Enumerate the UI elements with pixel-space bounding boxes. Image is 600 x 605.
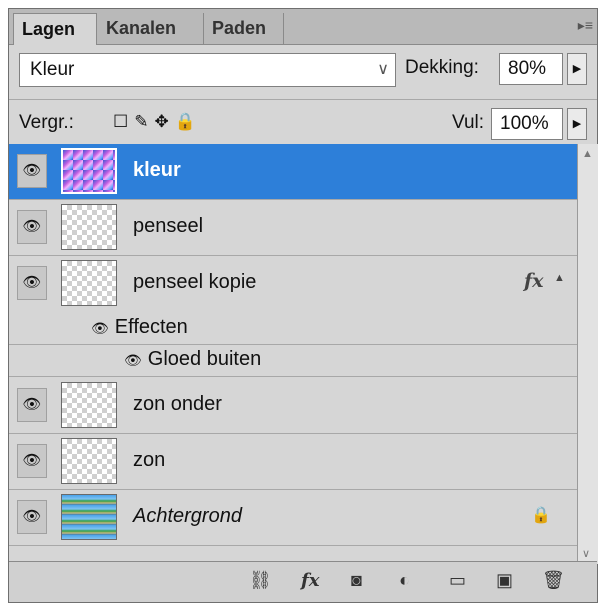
lock-options: ☐✎✥🔒 [113,112,202,132]
visibility-eye-icon[interactable]: 👁 [17,444,47,478]
visibility-eye-icon[interactable]: 👁 [17,210,47,244]
lock-pixels-icon[interactable]: ✎ [134,112,154,131]
new-group-icon[interactable]: ▭ [449,570,466,591]
panel-bottom-toolbar: ⛓ fx ◙ ◐ ▭ ▣ 🗑 [9,561,597,602]
effects-row[interactable]: 👁 Effecten [9,314,577,345]
lock-icon: 🔒 [531,507,551,524]
layers-panel: Lagen Kanalen Paden ▸≡ Kleur ∨ Dekking: … [8,8,598,603]
opacity-field[interactable]: 80% [499,53,563,85]
lock-position-icon[interactable]: ✥ [155,112,175,131]
scrollbar[interactable]: ▲ ∨ [577,144,598,564]
effects-label: Effecten [114,316,188,338]
layer-thumbnail [61,204,117,250]
adjustment-layer-icon[interactable]: ◐ [399,570,410,591]
layer-row-penseel[interactable]: 👁 penseel [9,200,577,256]
opacity-label: Dekking: [405,57,479,78]
scroll-up-icon[interactable]: ▲ [582,148,593,160]
effects-label-wrap: 👁 Effecten [91,316,188,339]
effect-eye-icon[interactable]: 👁 [124,352,142,368]
add-style-icon[interactable]: fx [301,570,319,591]
tab-lagen[interactable]: Lagen [13,13,97,45]
layer-row-zon[interactable]: 👁 zon [9,434,577,490]
lock-fill-row: Vergr.: ☐✎✥🔒 Vul: 100% ▶ [9,99,597,144]
layer-name: zon onder [133,393,222,415]
collapse-arrow-icon[interactable]: ▲ [554,272,565,284]
layer-name: penseel kopie [133,271,257,293]
visibility-eye-icon[interactable]: 👁 [17,388,47,422]
layer-thumbnail [61,260,117,306]
effect-outer-glow-row[interactable]: 👁 Gloed buiten [9,346,577,377]
layer-thumbnail [61,438,117,484]
panel-tab-bar: Lagen Kanalen Paden ▸≡ [9,9,597,45]
panel-menu-icon[interactable]: ▸≡ [578,17,593,34]
layer-name: penseel [133,215,204,237]
new-layer-icon[interactable]: ▣ [496,570,513,591]
visibility-eye-icon[interactable]: 👁 [17,154,47,188]
visibility-eye-icon[interactable]: 👁 [17,266,47,300]
lock-all-icon[interactable]: 🔒 [175,112,202,131]
layer-name: zon [133,449,166,471]
lock-label: Vergr.: [19,112,74,133]
blend-opacity-row: Kleur ∨ Dekking: 80% ▶ [9,45,597,99]
blend-mode-value: Kleur [30,59,75,80]
layer-row-achtergrond[interactable]: 👁 Achtergrond 🔒 [9,490,577,546]
fx-icon[interactable]: fx [524,270,544,292]
chevron-down-icon: ∨ [377,61,389,78]
visibility-eye-icon[interactable]: 👁 [17,500,47,534]
effect-name: Gloed buiten [147,348,262,370]
fill-label: Vul: [452,112,485,133]
delete-layer-icon[interactable]: 🗑 [542,570,565,591]
scroll-down-icon[interactable]: ∨ [582,547,590,560]
tab-kanalen[interactable]: Kanalen [98,13,204,44]
add-mask-icon[interactable]: ◙ [351,570,362,591]
layer-thumbnail [61,382,117,428]
layer-thumbnail [61,494,117,540]
effects-eye-icon[interactable]: 👁 [91,320,109,336]
fill-arrow-icon[interactable]: ▶ [567,108,587,140]
tab-paden[interactable]: Paden [204,13,284,44]
opacity-arrow-icon[interactable]: ▶ [567,53,587,85]
blend-mode-select[interactable]: Kleur ∨ [19,53,396,87]
layer-row-zon-onder[interactable]: 👁 zon onder [9,378,577,434]
fill-field[interactable]: 100% [491,108,563,140]
layer-name: Achtergrond [133,505,242,527]
layer-row-penseel-kopie[interactable]: 👁 penseel kopie fx ▲ [9,256,577,312]
layer-list: 👁 kleur 👁 penseel 👁 penseel kopie fx ▲ 👁… [9,144,577,554]
link-layers-icon[interactable]: ⛓ [249,570,272,591]
lock-transparency-icon[interactable]: ☐ [113,112,134,131]
layer-name: kleur [133,159,181,181]
layer-row-kleur[interactable]: 👁 kleur [9,144,577,200]
effect-label-wrap: 👁 Gloed buiten [124,348,261,371]
layer-thumbnail [61,148,117,194]
